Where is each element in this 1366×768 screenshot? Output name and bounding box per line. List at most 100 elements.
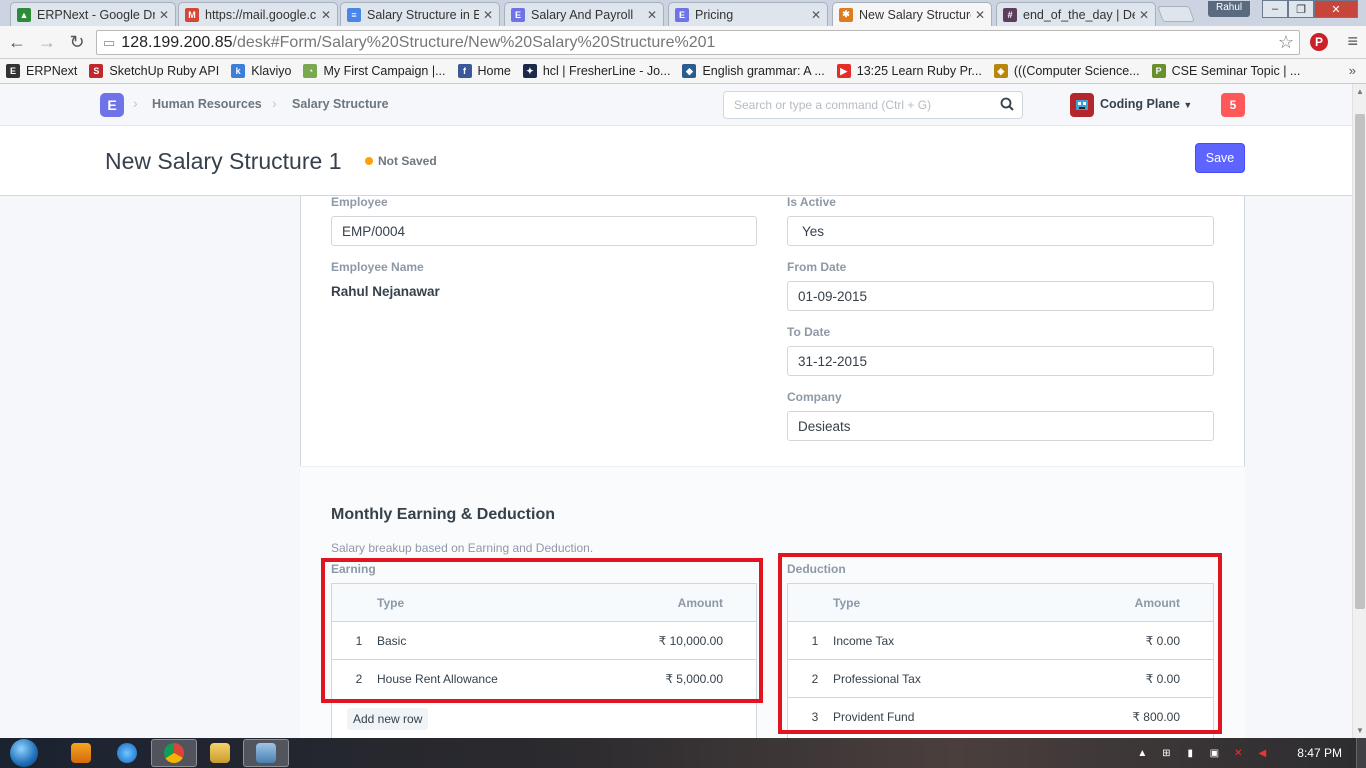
to-date-field[interactable]: 31-12-2015: [787, 346, 1214, 376]
bookmark-label: SketchUp Ruby API: [109, 64, 220, 78]
erpnext-icon: E: [511, 7, 525, 22]
taskbar-chrome[interactable]: [151, 739, 197, 767]
browser-tab[interactable]: # end_of_the_day | Des ✕: [996, 2, 1156, 26]
bookmark-item[interactable]: k Klaviyo: [231, 64, 291, 78]
back-icon[interactable]: ←: [4, 29, 30, 55]
company-field[interactable]: Desieats: [787, 411, 1214, 441]
awesome-bar-search-input[interactable]: Search or type a command (Ctrl + G): [723, 91, 1023, 119]
bookmark-item[interactable]: E ERPNext: [6, 64, 77, 78]
page-viewport: E › Human Resources › Salary Structure S…: [0, 84, 1352, 738]
bookmark-item[interactable]: P CSE Seminar Topic | ...: [1151, 64, 1301, 78]
breadcrumb-salary-structure[interactable]: Salary Structure: [292, 97, 389, 111]
more-bookmarks-icon[interactable]: »: [1349, 63, 1356, 78]
avatar[interactable]: [1070, 93, 1094, 117]
close-window-icon[interactable]: ✕: [1314, 0, 1358, 18]
close-icon[interactable]: ✕: [975, 8, 985, 22]
is-active-select[interactable]: Yes: [787, 216, 1214, 246]
employee-field[interactable]: EMP/0004: [331, 216, 757, 246]
browser-tab[interactable]: E Salary And Payroll ✕: [504, 2, 664, 26]
status-indicator: Not Saved: [365, 154, 437, 168]
sketchup-icon: S: [89, 64, 104, 78]
menu-icon[interactable]: ≡: [1347, 31, 1358, 52]
show-desktop-button[interactable]: [1356, 738, 1366, 768]
breadcrumb-human-resources[interactable]: Human Resources: [152, 97, 262, 111]
bookmark-label: CSE Seminar Topic | ...: [1171, 64, 1301, 78]
tab-title: New Salary Structure: [859, 7, 971, 22]
media-player-icon: [71, 743, 91, 763]
action-center-icon[interactable]: ▣: [1207, 746, 1221, 760]
browser-tab[interactable]: ≡ Salary Structure in ER ✕: [340, 2, 500, 26]
close-icon[interactable]: ✕: [647, 8, 657, 22]
app-navbar: E › Human Resources › Salary Structure S…: [0, 84, 1352, 126]
close-icon[interactable]: ✕: [159, 8, 169, 22]
from-date-field[interactable]: 01-09-2015: [787, 281, 1214, 311]
bookmark-item[interactable]: ◔ My First Campaign |...: [303, 64, 446, 78]
earning-highlight-box: [321, 558, 763, 703]
fresherline-icon: ✦: [522, 64, 537, 78]
bookmark-item[interactable]: f Home: [457, 64, 511, 78]
browser-tab-strip: ▲ ERPNext - Google Dr ✕ Mhttps://mail.goog…: [0, 0, 1366, 26]
pinterest-icon[interactable]: P: [1310, 33, 1328, 51]
scroll-up-icon[interactable]: ▲: [1356, 87, 1364, 96]
notification-badge[interactable]: 5: [1221, 93, 1245, 117]
windows-flag-icon[interactable]: ⊞: [1159, 746, 1173, 760]
scrollbar-thumb[interactable]: [1355, 114, 1365, 609]
windows-taskbar: ▲ ⊞ ▮ ▣ ✕ ◀ 8:47 PM: [0, 738, 1366, 768]
forward-icon[interactable]: →: [34, 29, 60, 55]
bookmark-item[interactable]: ◆ English grammar: A ...: [682, 64, 825, 78]
bookmark-item[interactable]: ▶ 13:25 Learn Ruby Pr...: [836, 64, 982, 78]
close-icon[interactable]: ✕: [483, 8, 493, 22]
search-placeholder: Search or type a command (Ctrl + G): [734, 98, 932, 112]
search-icon: [1000, 97, 1014, 111]
user-menu-toggle[interactable]: Coding Plane ▼: [1100, 97, 1192, 111]
taskbar-clock[interactable]: 8:47 PM: [1297, 746, 1342, 760]
deduction-highlight-box: [778, 553, 1222, 734]
close-icon[interactable]: ✕: [1139, 8, 1149, 22]
section-title: Monthly Earning & Deduction: [331, 506, 555, 523]
taskbar-paint[interactable]: [243, 739, 289, 767]
browser-tab[interactable]: Mhttps://mail.google.c ✕: [178, 2, 338, 26]
is-active-label: Is Active: [787, 195, 836, 209]
bookmark-item[interactable]: S SketchUp Ruby API: [89, 64, 219, 78]
cs-icon: ◈: [993, 64, 1008, 78]
app-logo[interactable]: E: [100, 93, 124, 117]
address-bar[interactable]: ▭ 128.199.200.85/desk#Form/Salary%20Stru…: [96, 30, 1300, 55]
bookmark-star-icon[interactable]: ☆: [1278, 32, 1294, 53]
volume-muted-icon[interactable]: ◀: [1255, 746, 1269, 760]
start-button[interactable]: [4, 738, 44, 768]
bookmark-label: (((Computer Science...: [1013, 64, 1140, 78]
bookmark-label: 13:25 Learn Ruby Pr...: [856, 64, 982, 78]
browser-tab[interactable]: E Pricing ✕: [668, 2, 828, 26]
reload-icon[interactable]: ↻: [64, 29, 90, 55]
bookmark-item[interactable]: ◈ (((Computer Science...: [993, 64, 1140, 78]
bookmark-item[interactable]: ✦ hcl | FresherLine - Jo...: [522, 64, 671, 78]
maximize-icon[interactable]: ❐: [1288, 0, 1314, 18]
close-icon[interactable]: ✕: [811, 8, 821, 22]
status-dot-icon: [365, 157, 373, 165]
new-tab-button[interactable]: [1157, 6, 1195, 22]
tab-title: https://mail.google.c: [205, 7, 317, 22]
tab-title: Salary And Payroll: [531, 7, 634, 22]
grammar-icon: ◆: [682, 64, 697, 78]
taskbar-internet-explorer[interactable]: [104, 739, 150, 767]
taskbar-media-player[interactable]: [58, 739, 104, 767]
scroll-down-icon[interactable]: ▼: [1356, 726, 1364, 735]
taskbar-explorer[interactable]: [197, 739, 243, 767]
close-icon[interactable]: ✕: [321, 8, 331, 22]
page-icon: ▭: [103, 34, 116, 50]
browser-tab[interactable]: ▲ ERPNext - Google Dr ✕: [10, 2, 176, 26]
minimize-icon[interactable]: –: [1262, 0, 1288, 18]
page-head: New Salary Structure 1 Not Saved Save: [0, 126, 1352, 196]
network-signal-icon[interactable]: ▮: [1183, 746, 1197, 760]
profile-badge[interactable]: Rahul: [1208, 1, 1251, 17]
from-date-label: From Date: [787, 260, 847, 274]
windows-logo-icon: [10, 739, 38, 767]
show-hidden-icons-icon[interactable]: ▲: [1135, 746, 1149, 760]
bookmark-label: hcl | FresherLine - Jo...: [542, 64, 671, 78]
page-scrollbar[interactable]: ▲ ▼: [1352, 84, 1366, 738]
status-text: Not Saved: [378, 154, 437, 168]
network-error-icon[interactable]: ✕: [1231, 746, 1245, 760]
browser-tab-active[interactable]: ✱ New Salary Structure ✕: [832, 2, 992, 26]
save-button[interactable]: Save: [1195, 143, 1245, 173]
add-new-row-button[interactable]: Add new row: [347, 708, 429, 730]
